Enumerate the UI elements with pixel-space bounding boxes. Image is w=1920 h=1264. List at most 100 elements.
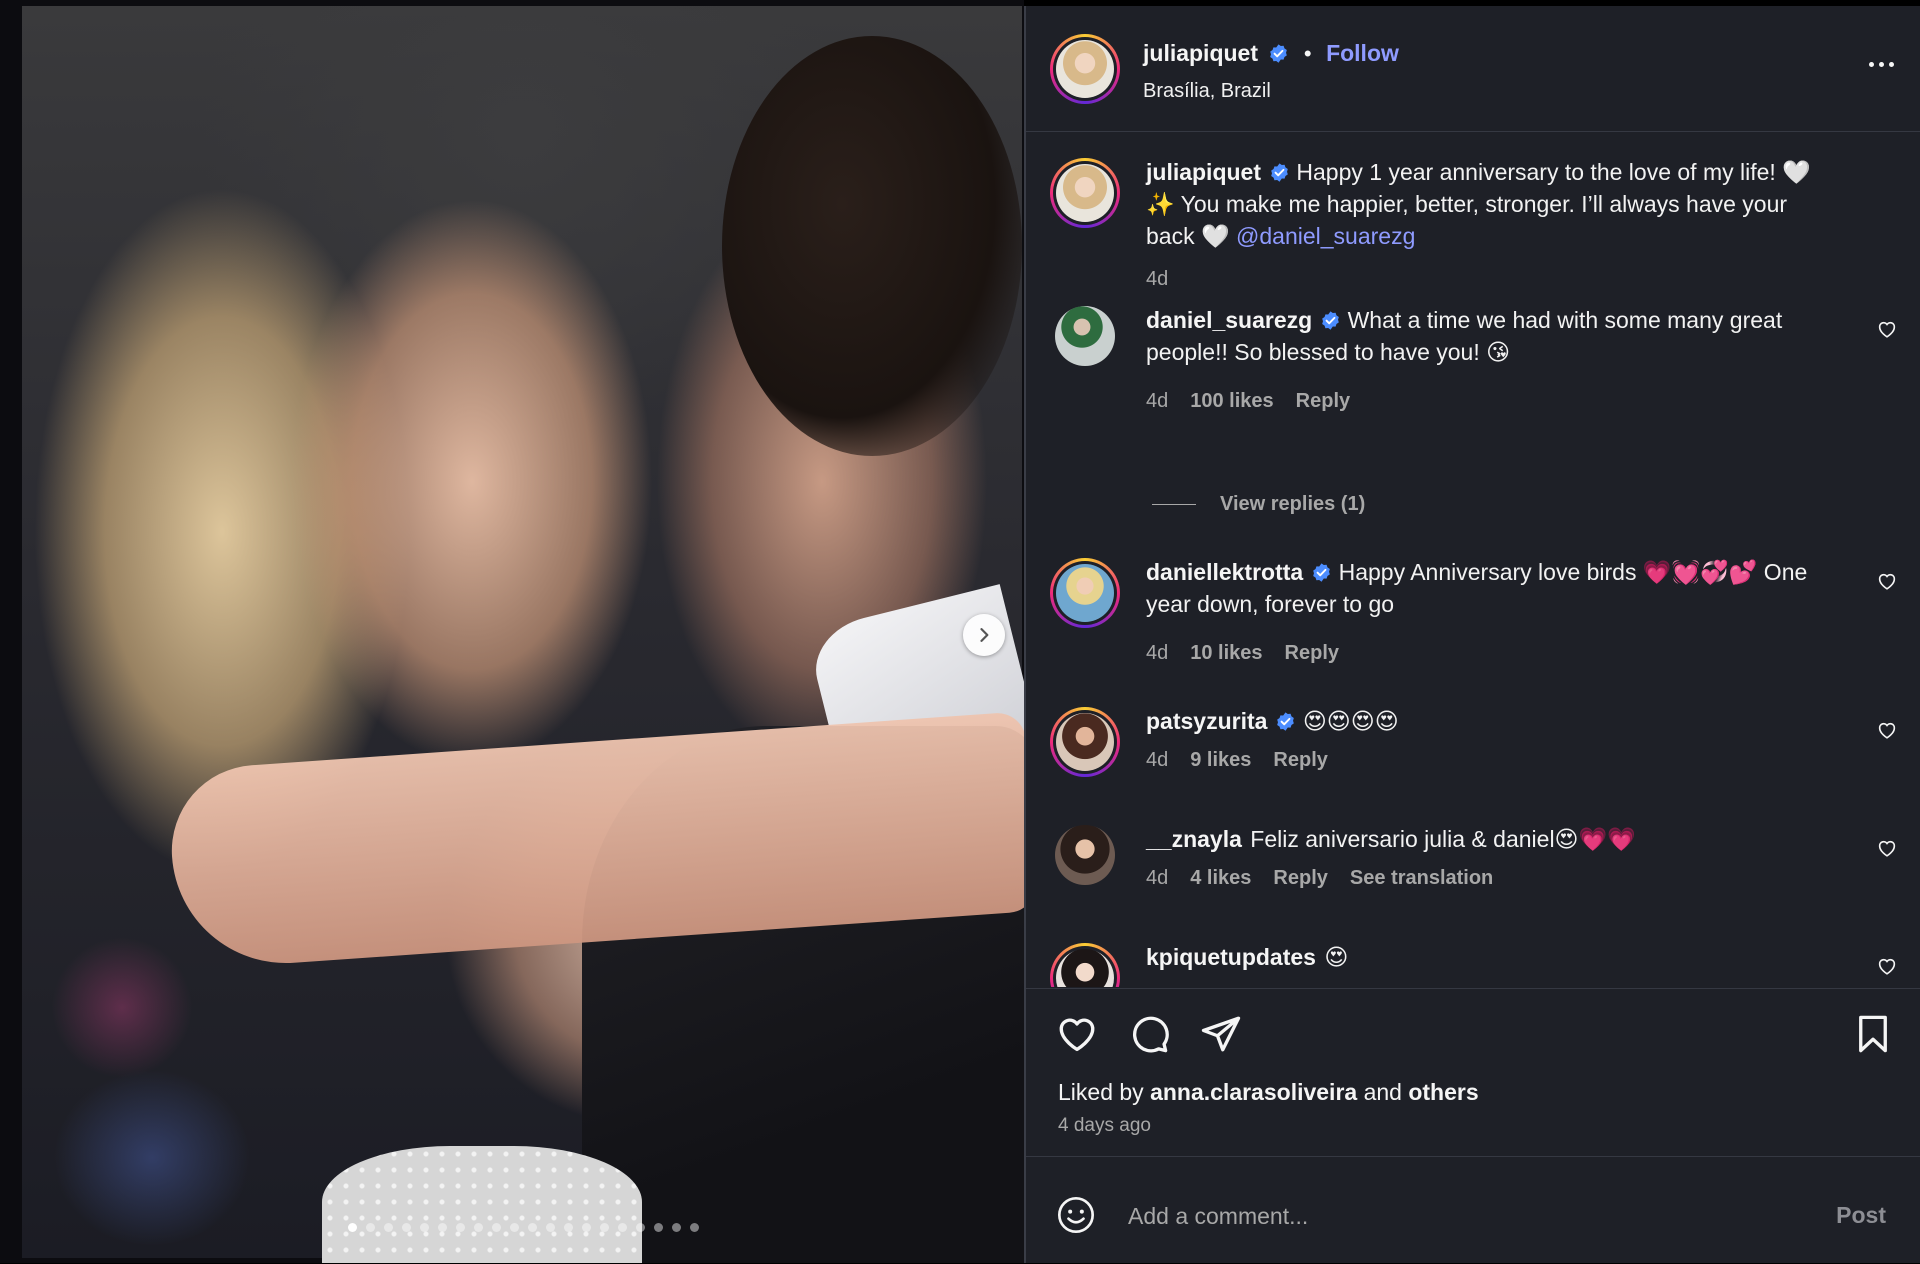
heart-icon[interactable]: [1876, 570, 1898, 592]
carousel-dot: [492, 1222, 501, 1232]
heart-icon[interactable]: [1876, 837, 1898, 859]
reply-button[interactable]: Reply: [1285, 642, 1339, 665]
carousel-dot: [366, 1222, 375, 1232]
view-replies-button[interactable]: View replies (1): [1152, 493, 1365, 516]
avatar[interactable]: [1050, 707, 1120, 777]
comment-time[interactable]: 4d: [1146, 867, 1168, 890]
carousel-dot: [672, 1222, 681, 1232]
carousel-dot: [546, 1222, 555, 1232]
carousel-dot: [420, 1222, 429, 1232]
avatar[interactable]: [1055, 825, 1115, 885]
post-media: [0, 0, 1024, 1263]
bookmark-icon[interactable]: [1852, 1013, 1894, 1055]
comment-username[interactable]: kpiquetupdates: [1146, 944, 1316, 970]
more-options-icon[interactable]: [1869, 62, 1894, 67]
comment-likes[interactable]: 10 likes: [1190, 642, 1262, 665]
verified-badge-icon: [1322, 311, 1339, 330]
post-timestamp[interactable]: 4 days ago: [1058, 1115, 1151, 1137]
carousel-dot: [654, 1222, 663, 1232]
post-photo: [22, 6, 1024, 1263]
carousel-dot: [456, 1222, 465, 1232]
post-panel: juliapiquet • Follow Brasília, Brazil ju…: [1024, 6, 1920, 1263]
heart-icon[interactable]: [1876, 318, 1898, 340]
caption-username[interactable]: juliapiquet: [1146, 159, 1261, 185]
liked-by-others[interactable]: others: [1408, 1079, 1478, 1105]
liked-by-prefix: Liked by: [1058, 1079, 1151, 1105]
carousel-dot: [474, 1222, 483, 1232]
avatar[interactable]: [1050, 158, 1120, 228]
comment-likes[interactable]: 100 likes: [1190, 390, 1273, 413]
caption-text: juliapiquet Happy 1 year anniversary to …: [1146, 156, 1836, 252]
reply-button[interactable]: Reply: [1273, 867, 1327, 890]
carousel-indicator: [348, 1222, 699, 1232]
comment-time[interactable]: 4d: [1146, 749, 1168, 772]
comment-text: patsyzurita 😍😍😍😍: [1146, 705, 1836, 737]
carousel-dot: [600, 1222, 609, 1232]
view-replies-label[interactable]: View replies (1): [1220, 493, 1365, 516]
carousel-dot: [438, 1222, 447, 1232]
carousel-dot: [690, 1222, 699, 1232]
comment-likes[interactable]: 9 likes: [1190, 749, 1251, 772]
avatar[interactable]: [1050, 943, 1120, 987]
comment-text: daniellektrotta Happy Anniversary love b…: [1146, 556, 1836, 620]
carousel-dot: [636, 1222, 645, 1232]
caption-time[interactable]: 4d: [1146, 268, 1168, 291]
comment-text: daniel_suarezg What a time we had with s…: [1146, 304, 1836, 368]
carousel-dot: [618, 1222, 627, 1232]
see-translation-button[interactable]: See translation: [1350, 867, 1493, 890]
avatar[interactable]: [1055, 306, 1115, 366]
comment-meta: 4d 9 likes Reply: [1146, 749, 1328, 772]
carousel-dot: [564, 1222, 573, 1232]
comment-likes[interactable]: 4 likes: [1190, 867, 1251, 890]
carousel-dot: [402, 1222, 411, 1232]
verified-badge-icon: [1271, 163, 1288, 182]
post-location[interactable]: Brasília, Brazil: [1143, 80, 1271, 103]
comment-username[interactable]: daniellektrotta: [1146, 559, 1303, 585]
actions-bar: Liked by anna.clarasoliveira and others …: [1026, 988, 1920, 1154]
avatar[interactable]: [1050, 558, 1120, 628]
divider-line: [1152, 504, 1196, 505]
comment-icon[interactable]: [1128, 1013, 1170, 1055]
add-comment-bar: Post: [1026, 1156, 1920, 1264]
comment-meta: 4d 4 likes Reply See translation: [1146, 867, 1493, 890]
verified-badge-icon: [1270, 44, 1288, 63]
liked-by-user[interactable]: anna.clarasoliveira: [1150, 1079, 1357, 1105]
comment-text: kpiquetupdates 😍: [1146, 941, 1836, 973]
comment-username[interactable]: patsyzurita: [1146, 708, 1267, 734]
author-avatar[interactable]: [1050, 34, 1120, 104]
comments-list[interactable]: juliapiquet Happy 1 year anniversary to …: [1026, 132, 1920, 987]
liked-by-summary: Liked by anna.clarasoliveira and others: [1058, 1079, 1479, 1106]
carousel-dot: [348, 1222, 357, 1232]
author-username[interactable]: juliapiquet: [1143, 40, 1258, 66]
carousel-next-button[interactable]: [963, 614, 1005, 656]
comment-body: 😍😍😍😍: [1302, 708, 1399, 734]
verified-badge-icon: [1277, 712, 1295, 731]
heart-icon[interactable]: [1056, 1013, 1098, 1055]
smiley-icon[interactable]: [1056, 1195, 1096, 1235]
reply-button[interactable]: Reply: [1296, 390, 1350, 413]
chevron-right-icon: [980, 628, 989, 642]
verified-badge-icon: [1313, 563, 1331, 582]
carousel-dot: [384, 1222, 393, 1232]
separator-dot: •: [1303, 41, 1312, 66]
comment-username[interactable]: __znayla: [1146, 826, 1242, 852]
comment-meta: 4d 100 likes Reply: [1146, 390, 1350, 413]
heart-icon[interactable]: [1876, 955, 1898, 977]
comment-body: Feliz aniversario julia & daniel😍💗💗: [1250, 826, 1636, 852]
post-comment-button[interactable]: Post: [1830, 1201, 1892, 1230]
comment-time[interactable]: 4d: [1146, 642, 1168, 665]
carousel-dot: [510, 1222, 519, 1232]
paper-plane-icon[interactable]: [1200, 1013, 1242, 1055]
caption-meta: 4d: [1146, 268, 1168, 291]
comment-username[interactable]: daniel_suarezg: [1146, 307, 1312, 333]
comment-input[interactable]: [1126, 1197, 1770, 1235]
reply-button[interactable]: Reply: [1273, 749, 1327, 772]
follow-button[interactable]: Follow: [1326, 40, 1399, 66]
comment-text: __znayla Feliz aniversario julia & danie…: [1146, 823, 1836, 855]
comment-meta: 4d 10 likes Reply: [1146, 642, 1339, 665]
heart-icon[interactable]: [1876, 719, 1898, 741]
caption-mention[interactable]: @daniel_suarezg: [1236, 223, 1415, 249]
liked-by-and: and: [1357, 1079, 1409, 1105]
comment-time[interactable]: 4d: [1146, 390, 1168, 413]
carousel-dot: [582, 1222, 591, 1232]
